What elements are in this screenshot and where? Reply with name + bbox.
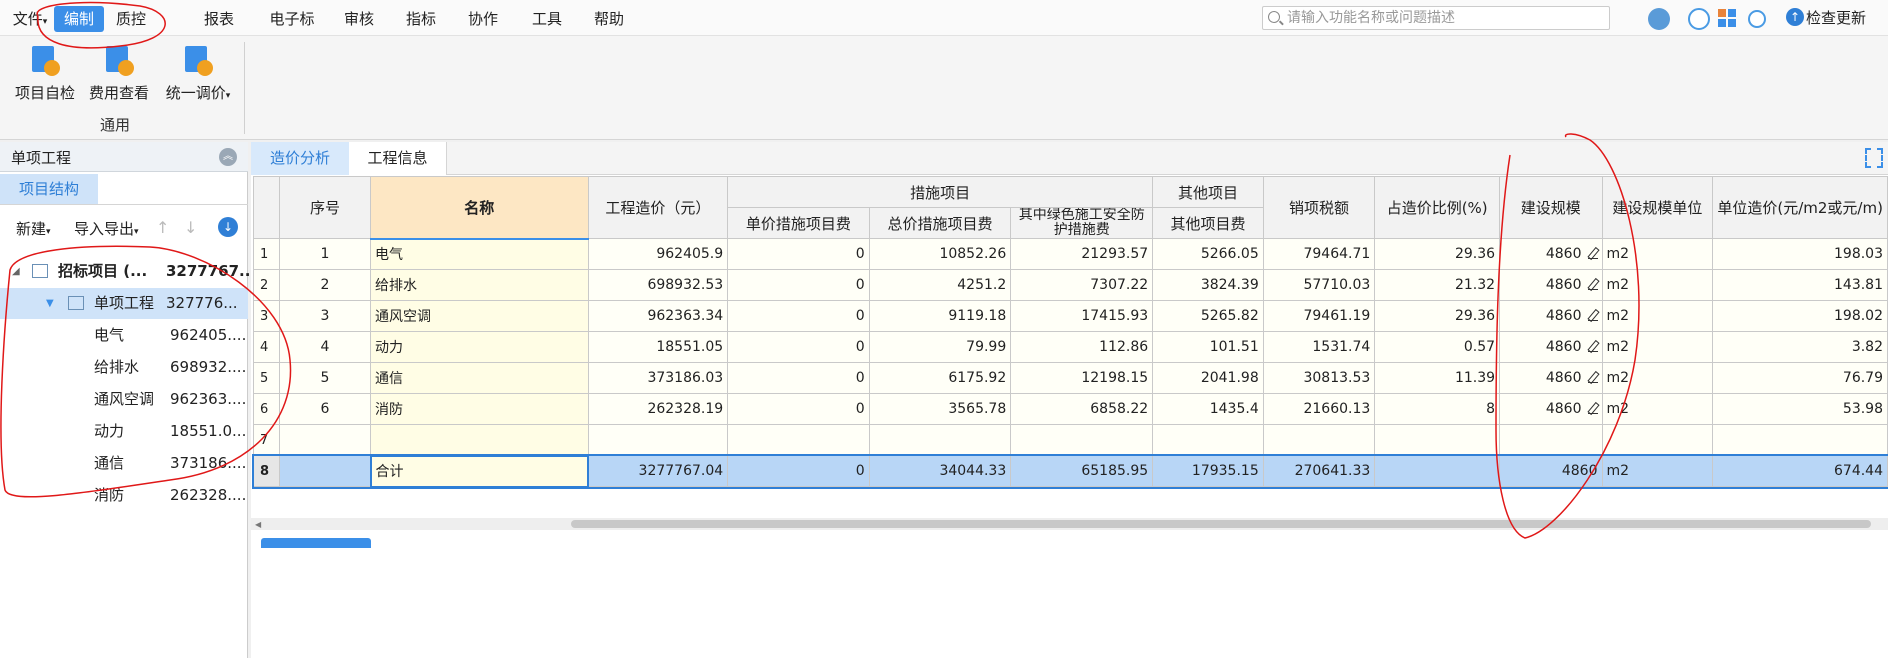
annotation-loop-scale <box>1495 133 1640 539</box>
annotation-circle-tree <box>0 245 292 498</box>
pen-annotations <box>0 1 1640 539</box>
annotation-circle-menu <box>36 1 166 49</box>
